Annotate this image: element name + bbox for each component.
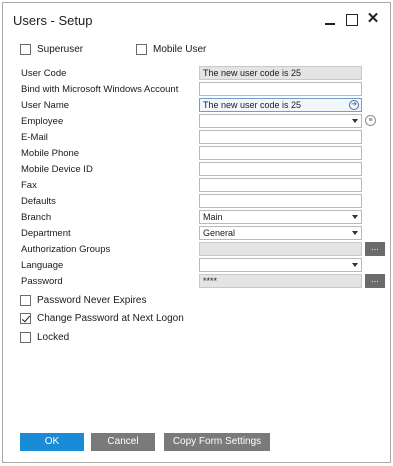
employee-dropdown[interactable]	[199, 114, 362, 128]
minimize-icon[interactable]	[322, 11, 338, 27]
copy-form-settings-button[interactable]: Copy Form Settings	[164, 433, 270, 451]
mobile-device-id-field[interactable]	[199, 162, 362, 176]
password-never-expires-label: Password Never Expires	[37, 295, 147, 306]
password-never-expires-row[interactable]: Password Never Expires	[20, 295, 146, 306]
defaults-field[interactable]	[199, 194, 362, 208]
mobile-phone-field[interactable]	[199, 146, 362, 160]
mobile-user-checkbox-row[interactable]: Mobile User	[136, 44, 206, 55]
bind-windows-label: Bind with Microsoft Windows Account	[21, 84, 179, 95]
change-password-checkbox[interactable]	[20, 313, 31, 324]
mobile-user-checkbox[interactable]	[136, 44, 147, 55]
chevron-down-icon[interactable]	[352, 119, 358, 123]
language-dropdown[interactable]	[199, 258, 362, 272]
list-details-icon[interactable]: ≡	[365, 115, 376, 126]
branch-value: Main	[203, 212, 223, 222]
user-code-field[interactable]: The new user code is 25	[199, 66, 362, 80]
fax-field[interactable]	[199, 178, 362, 192]
password-label: Password	[21, 276, 63, 287]
mobile-phone-label: Mobile Phone	[21, 148, 80, 159]
chevron-down-icon[interactable]	[352, 231, 358, 235]
window-title: Users - Setup	[13, 13, 93, 28]
close-icon[interactable]: ✕	[365, 11, 381, 27]
ok-button[interactable]: OK	[20, 433, 84, 451]
email-field[interactable]	[199, 130, 362, 144]
chevron-down-icon[interactable]	[352, 215, 358, 219]
change-password-row[interactable]: Change Password at Next Logon	[20, 313, 184, 324]
authorization-groups-ellipsis-button[interactable]: ...	[365, 242, 385, 256]
user-name-value: The new user code is 25	[203, 100, 302, 110]
title-bar: Users - Setup ✕	[3, 3, 390, 37]
chevron-down-icon[interactable]	[352, 263, 358, 267]
superuser-label: Superuser	[37, 44, 84, 55]
users-setup-window: Users - Setup ✕ Superuser Mobile User Us…	[2, 2, 391, 463]
maximize-icon[interactable]	[343, 11, 359, 27]
employee-label: Employee	[21, 116, 64, 127]
link-arrow-icon[interactable]: ➜	[349, 100, 359, 110]
locked-row[interactable]: Locked	[20, 332, 69, 343]
branch-label: Branch	[21, 212, 52, 223]
superuser-checkbox-row[interactable]: Superuser	[20, 44, 83, 55]
bind-windows-field[interactable]	[199, 82, 362, 96]
department-label: Department	[21, 228, 71, 239]
fax-label: Fax	[21, 180, 37, 191]
mobile-device-id-label: Mobile Device ID	[21, 164, 93, 175]
language-label: Language	[21, 260, 64, 271]
branch-dropdown[interactable]: Main	[199, 210, 362, 224]
department-dropdown[interactable]: General	[199, 226, 362, 240]
cancel-button[interactable]: Cancel	[91, 433, 155, 451]
authorization-groups-label: Authorization Groups	[21, 244, 111, 255]
user-code-label: User Code	[21, 68, 67, 79]
locked-label: Locked	[37, 332, 70, 343]
superuser-checkbox[interactable]	[20, 44, 31, 55]
password-never-expires-checkbox[interactable]	[20, 295, 31, 306]
email-label: E-Mail	[21, 132, 48, 143]
password-field[interactable]: ****	[199, 274, 362, 288]
password-ellipsis-button[interactable]: ...	[365, 274, 385, 288]
authorization-groups-field[interactable]	[199, 242, 362, 256]
defaults-label: Defaults	[21, 196, 56, 207]
locked-checkbox[interactable]	[20, 332, 31, 343]
change-password-label: Change Password at Next Logon	[37, 313, 184, 324]
user-name-label: User Name	[21, 100, 70, 111]
department-value: General	[203, 228, 236, 238]
user-name-field[interactable]: The new user code is 25 ➜	[199, 98, 362, 112]
mobile-user-label: Mobile User	[153, 44, 207, 55]
